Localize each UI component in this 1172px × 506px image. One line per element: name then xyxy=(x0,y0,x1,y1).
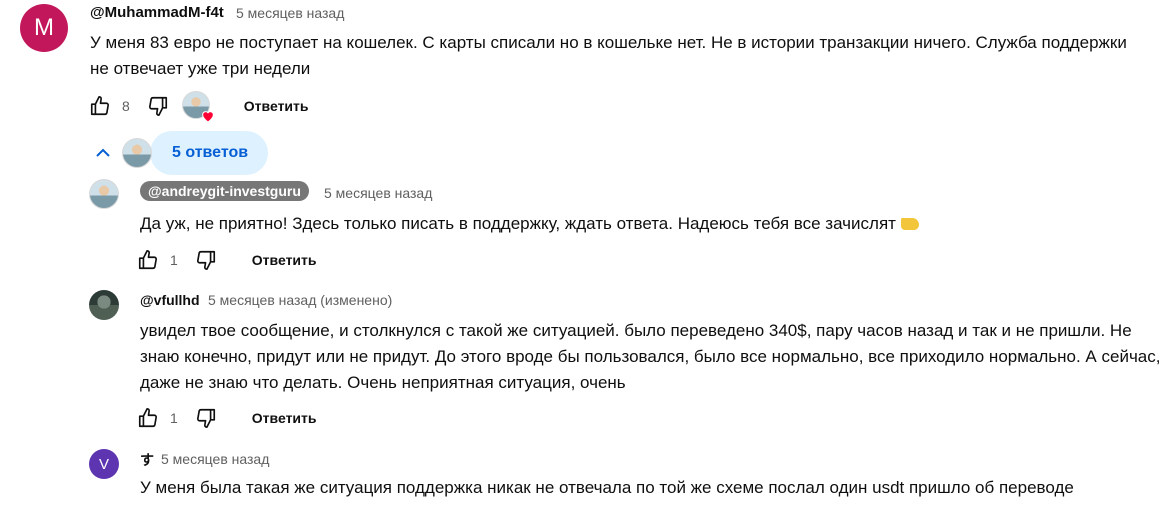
handshake-emoji xyxy=(900,218,919,230)
replies-pill[interactable]: 5 ответов xyxy=(150,131,269,175)
reply-text: У меня была такая же ситуация поддержка … xyxy=(140,478,1074,497)
creator-heart xyxy=(181,91,214,123)
comment-text: У меня 83 евро не поступает на кошелек. … xyxy=(90,33,1127,78)
comment-timestamp[interactable]: 5 месяцев назад xyxy=(236,5,344,21)
reply-actions: 1 Ответить xyxy=(134,404,317,432)
like-count: 1 xyxy=(170,410,178,426)
avatar[interactable] xyxy=(89,179,119,209)
reply-text: Да уж, не приятно! Здесь только писать в… xyxy=(140,211,1140,237)
comment-author[interactable]: @MuhammadM-f4t xyxy=(90,4,224,21)
dislike-button[interactable] xyxy=(144,92,172,120)
avatar[interactable]: V xyxy=(89,449,119,479)
like-button[interactable] xyxy=(134,404,162,432)
reply-timestamp[interactable]: 5 месяцев назад (изменено) xyxy=(208,292,392,308)
like-count: 8 xyxy=(122,98,130,114)
reply-author[interactable]: す xyxy=(140,450,154,470)
thumbs-down-icon xyxy=(196,408,215,428)
thumbs-up-icon xyxy=(90,96,110,116)
replies-toggle[interactable]: 5 ответов xyxy=(88,131,269,175)
thumbs-down-icon xyxy=(148,96,167,116)
creator-avatar xyxy=(122,138,152,168)
thumbs-down-icon xyxy=(196,250,215,270)
reply-actions: 1 Ответить xyxy=(134,246,317,274)
chevron-up-icon xyxy=(88,138,118,168)
reply-author[interactable]: @vfullhd xyxy=(140,292,200,308)
like-count: 1 xyxy=(170,252,178,268)
reply-timestamp[interactable]: 5 месяцев назад xyxy=(161,451,269,467)
dislike-button[interactable] xyxy=(192,246,220,274)
dislike-button[interactable] xyxy=(192,404,220,432)
avatar[interactable]: M xyxy=(20,4,68,52)
thumbs-up-icon xyxy=(138,250,158,270)
reply-text: увидел твое сообщение, и столкнулся с та… xyxy=(140,321,1161,392)
comment-actions: 8 Ответить xyxy=(86,91,309,123)
reply-button[interactable]: Ответить xyxy=(252,252,317,268)
heart-icon xyxy=(201,111,214,123)
reply-timestamp[interactable]: 5 месяцев назад xyxy=(324,185,432,201)
replies-count: 5 ответов xyxy=(172,144,249,161)
reply-button[interactable]: Ответить xyxy=(252,410,317,426)
thumbs-up-icon xyxy=(138,408,158,428)
like-button[interactable] xyxy=(134,246,162,274)
avatar-letter: V xyxy=(98,455,109,473)
like-button[interactable] xyxy=(86,92,114,120)
reply-text-content: Да уж, не приятно! Здесь только писать в… xyxy=(140,214,896,233)
reply-author[interactable]: @andreygit-investguru xyxy=(140,181,309,201)
avatar[interactable] xyxy=(89,290,119,320)
reply-button[interactable]: Ответить xyxy=(244,98,309,114)
avatar-letter: M xyxy=(34,14,54,41)
